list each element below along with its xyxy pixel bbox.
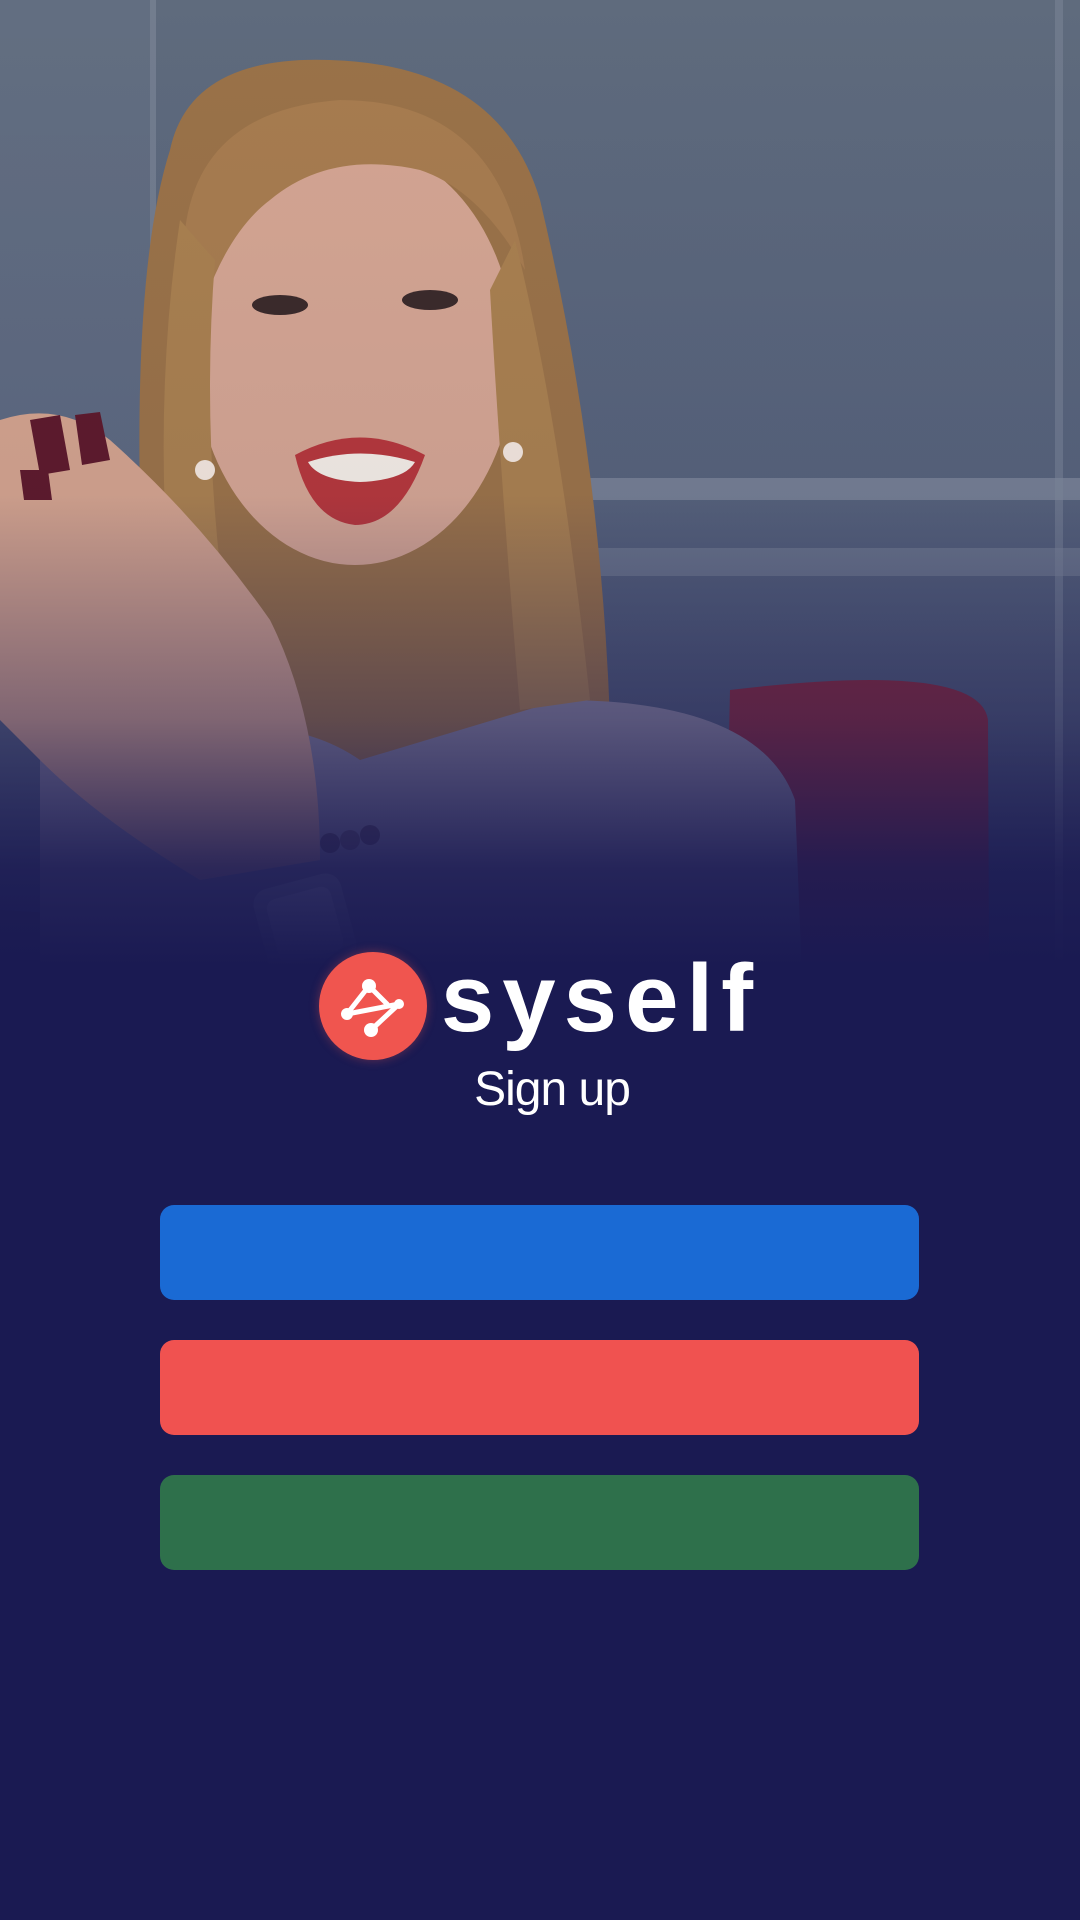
signup-option-button-green[interactable] [160,1475,919,1570]
signup-option-button-blue[interactable] [160,1205,919,1300]
signup-option-button-red[interactable] [160,1340,919,1435]
brand-name: syself [440,945,762,1052]
signup-screen: syself Sign up [0,0,1080,1920]
network-nodes-icon [318,952,427,1060]
page-title: Sign up [474,1063,631,1116]
brand-header: syself [0,946,1080,1066]
